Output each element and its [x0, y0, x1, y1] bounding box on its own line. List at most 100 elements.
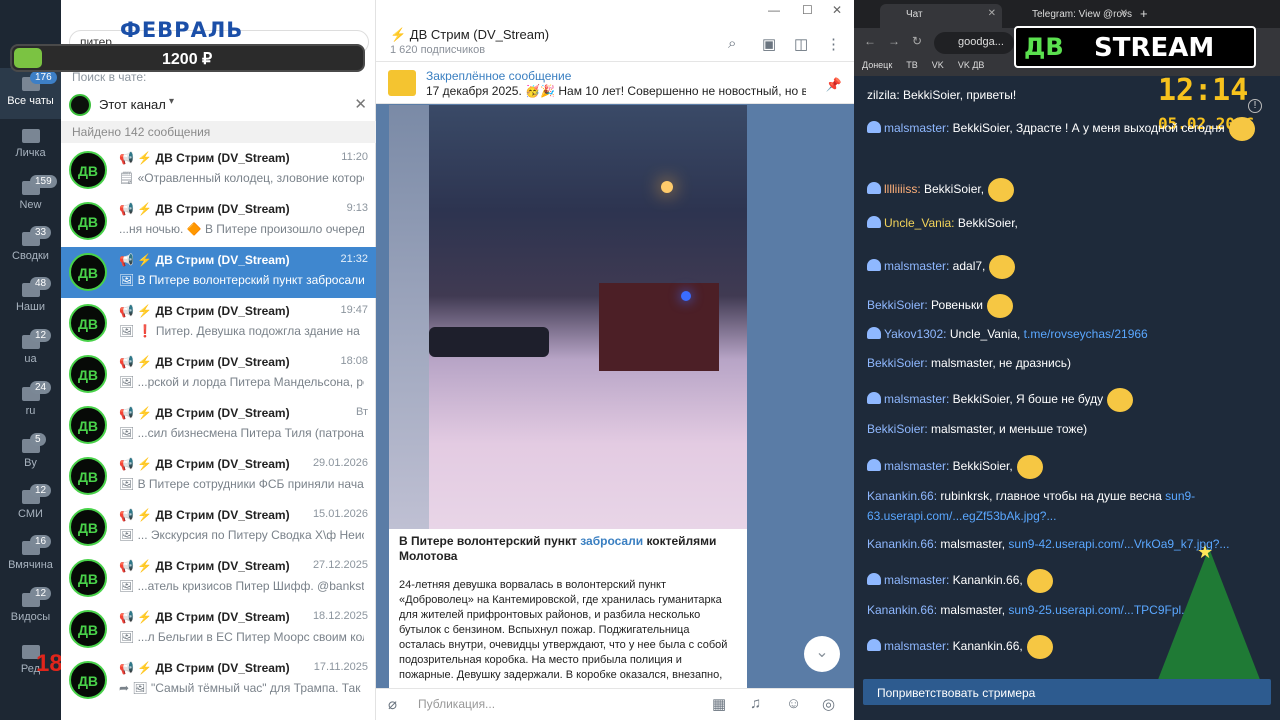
close-window-icon[interactable]: ✕ — [832, 3, 842, 17]
emoji-icon[interactable]: ☺ — [786, 695, 801, 712]
chat-username[interactable]: malsmaster: — [884, 259, 949, 273]
search-icon[interactable]: ⌕ — [728, 35, 736, 52]
chat-username[interactable]: Kanankin.66: — [867, 489, 937, 503]
reload-icon[interactable]: ↻ — [912, 34, 922, 48]
message-photo[interactable] — [389, 105, 747, 529]
silent-icon[interactable]: ♫ — [750, 695, 761, 712]
chat-link[interactable]: sun9- — [1165, 489, 1195, 503]
scroll-down-button[interactable]: ⌄ — [804, 636, 840, 672]
folder-1[interactable]: Личка — [0, 120, 61, 171]
folder-6[interactable]: ru 24 — [0, 378, 61, 429]
chat-username[interactable]: Kanankin.66: — [867, 603, 937, 617]
folder-2[interactable]: New 159 — [0, 172, 61, 223]
emote-icon — [1026, 635, 1053, 659]
chat-username[interactable]: malsmaster: — [884, 639, 949, 653]
chat-username[interactable]: BekkiSoier: — [867, 356, 928, 370]
chat-username[interactable]: lllliiiiss: — [884, 182, 921, 196]
caption-link[interactable]: забросали — [580, 534, 643, 548]
folder-5[interactable]: ua 12 — [0, 326, 61, 377]
bookmark-item[interactable]: Донецк — [862, 60, 892, 70]
search-result-item[interactable]: ДВ 📢 ⚡ ДВ Стрим (DV_Stream) 9:13 ...ня ночь… — [61, 196, 376, 247]
bookmark-item[interactable]: VK ДВ — [958, 60, 985, 70]
chat-username[interactable]: Yakov1302: — [884, 327, 947, 341]
chat-username[interactable]: Uncle_Vania: — [884, 216, 955, 230]
stream-chat-message: zilzila: BekkiSoier, приветы! — [867, 88, 1267, 102]
bookmark-item[interactable]: ТВ — [906, 60, 918, 70]
search-result-item[interactable]: ДВ 📢 ⚡ ДВ Стрим (DV_Stream) 27.12.2025 🖼 ..… — [61, 553, 376, 604]
chat-username[interactable]: BekkiSoier: — [867, 422, 928, 436]
folder-10[interactable]: Видосы 12 — [0, 584, 61, 635]
goal-progress-bar: 1200 ₽ — [10, 44, 365, 72]
chat-username[interactable]: zilzila: — [867, 88, 900, 102]
minimize-icon[interactable]: — — [768, 3, 780, 17]
search-scope[interactable]: Этот канал ▾ ✕ — [69, 94, 369, 116]
search-result-item[interactable]: ДВ 📢 ⚡ ДВ Стрим (DV_Stream) 19:47 🖼 ❗ Питер… — [61, 298, 376, 349]
pinned-message[interactable]: Закреплённое сообщение 17 декабря 2025. … — [376, 62, 854, 104]
folder-3[interactable]: Сводки 33 — [0, 223, 61, 274]
search-result-item[interactable]: ДВ 📢 ⚡ ДВ Стрим (DV_Stream) 18:08 🖼 ...рско… — [61, 349, 376, 400]
search-result-item[interactable]: ДВ 📢 ⚡ ДВ Стрим (DV_Stream) 29.01.2026 🖼 В … — [61, 451, 376, 502]
tab-chat[interactable]: Чат ✕ — [880, 4, 1002, 28]
result-time: 29.01.2026 — [312, 457, 368, 469]
chat-username[interactable]: malsmaster: — [884, 459, 949, 473]
maximize-icon[interactable]: ☐ — [802, 3, 813, 17]
result-time: 19:47 — [340, 304, 368, 316]
pin-list-icon[interactable]: 📌 — [826, 77, 842, 93]
attach-icon[interactable]: ⌀ — [388, 695, 397, 713]
search-result-item[interactable]: ДВ 📢 ⚡ ДВ Стрим (DV_Stream) 18.12.2025 🖼 ..… — [61, 604, 376, 655]
folder-8[interactable]: СМИ 12 — [0, 481, 61, 532]
message-input[interactable]: Публикация... — [418, 697, 495, 711]
chat-username[interactable]: malsmaster: — [884, 121, 949, 135]
back-icon[interactable]: ← — [864, 34, 876, 48]
channel-avatar: ДВ — [69, 661, 107, 699]
chat-username[interactable]: malsmaster: — [884, 392, 949, 406]
search-result-item[interactable]: ДВ 📢 ⚡ ДВ Стрим (DV_Stream) 21:32 🖼 В Питер… — [61, 247, 376, 298]
results-count: Найдено 142 сообщения — [61, 121, 376, 143]
search-result-item[interactable]: ДВ 📢 ⚡ ДВ Стрим (DV_Stream) 15.01.2026 🖼 ..… — [61, 502, 376, 553]
folder-unread-badge: 12 — [30, 484, 52, 497]
folder-0[interactable]: Все чаты 176 — [0, 68, 61, 119]
fire-truck — [599, 283, 719, 371]
close-icon[interactable]: ✕ — [1120, 8, 1128, 19]
result-preview: 🖼 В Питере сотрудники ФСБ приняли началь… — [119, 477, 364, 491]
stream-chat-message: malsmaster: adal7, — [867, 255, 1267, 279]
chat-link[interactable]: t.me/rovseychas/21966 — [1024, 327, 1148, 341]
star-icon: ★ — [1197, 542, 1214, 562]
folder-7[interactable]: By 5 — [0, 430, 61, 481]
logo-part-b: STREAM — [1094, 33, 1215, 63]
chat-username[interactable]: malsmaster: — [884, 573, 949, 587]
bookmark-item[interactable]: VK — [932, 60, 944, 70]
result-channel-name: 📢 ⚡ ДВ Стрим (DV_Stream) — [119, 457, 290, 471]
search-result-item[interactable]: ДВ 📢 ⚡ ДВ Стрим (DV_Stream) Вт 🖼 ...сил биз… — [61, 400, 376, 451]
folder-icon — [21, 129, 40, 143]
chat-username[interactable]: Kanankin.66: — [867, 537, 937, 551]
result-time: 21:32 — [340, 253, 368, 265]
comments-icon[interactable]: ▣ — [762, 35, 776, 53]
chat-title[interactable]: ⚡ ДВ Стрим (DV_Stream) — [390, 27, 549, 43]
chat-link[interactable]: 63.userapi.com/...egZf53bAk.jpg?... — [867, 509, 1056, 523]
result-preview: 🖼 ... Экскурсия по Питеру Сводка Х\ф Неи… — [119, 528, 364, 542]
schedule-icon[interactable]: ▦ — [712, 695, 726, 713]
chat-text: BekkiSoier, — [920, 182, 985, 197]
close-icon[interactable]: ✕ — [988, 8, 996, 19]
close-icon[interactable]: ✕ — [354, 95, 367, 113]
folder-unread-badge: 12 — [30, 587, 52, 600]
more-icon[interactable]: ⋮ — [826, 35, 841, 53]
folder-4[interactable]: Наши 48 — [0, 274, 61, 325]
search-result-item[interactable]: ДВ 📢 ⚡ ДВ Стрим (DV_Stream) 17.11.2025 ➦ 🖼 … — [61, 655, 376, 706]
folder-label: Наши — [15, 301, 46, 313]
url-field[interactable]: goodga... — [934, 32, 1014, 54]
chat-username[interactable]: BekkiSoier: — [867, 298, 928, 312]
search-result-item[interactable]: ДВ 📢 ⚡ ДВ Стрим (DV_Stream) 11:20 🗒 «Отравл… — [61, 145, 376, 196]
tab-telegram[interactable]: Telegram: View @rovs ✕ — [1006, 4, 1134, 28]
chat-text: Kanankin.66, — [949, 639, 1023, 654]
folder-9[interactable]: Вмячина 16 — [0, 532, 61, 583]
forward-icon[interactable]: → — [888, 34, 900, 48]
new-tab-icon[interactable]: + — [1140, 6, 1148, 21]
greet-streamer-button[interactable]: Поприветствовать стримера — [863, 679, 1271, 705]
sidebar-toggle-icon[interactable]: ◫ — [794, 35, 808, 53]
siren-light — [681, 291, 691, 301]
camera-icon[interactable]: ◎ — [822, 695, 835, 713]
channel-avatar: ДВ — [69, 202, 107, 240]
stream-logo: ДВ STREAM — [1014, 26, 1256, 68]
